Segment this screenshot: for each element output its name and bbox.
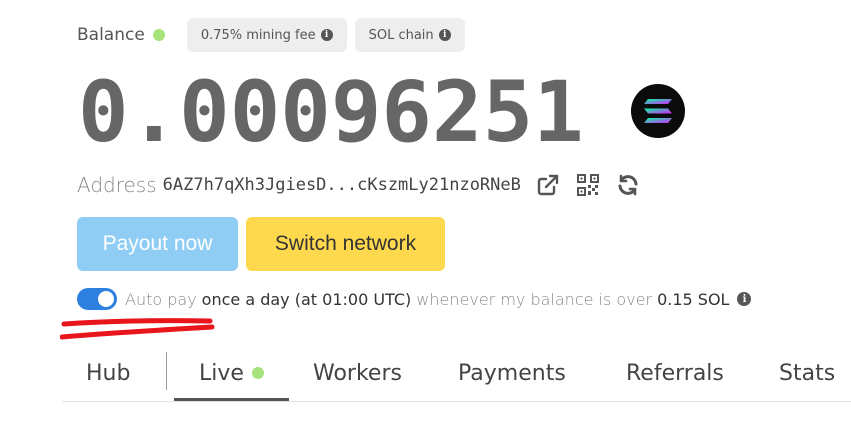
toggle-knob xyxy=(98,291,114,307)
refresh-icon[interactable] xyxy=(615,172,641,198)
chain-label: SOL chain xyxy=(368,27,434,43)
mining-fee-label: 0.75% mining fee xyxy=(200,27,316,43)
solana-logo-icon xyxy=(631,84,685,138)
wallet-address: 6AZ7h7qXh3JgiesD...cKszmLy21nzoRNeB xyxy=(162,175,521,195)
chain-badge[interactable]: SOL chain i xyxy=(354,18,465,52)
tab-hub-label: Hub xyxy=(86,360,131,386)
balance-value: 0.00096251 xyxy=(78,63,584,161)
tab-payments[interactable]: Payments xyxy=(458,344,566,402)
autopay-row: Auto pay once a day (at 01:00 UTC) whene… xyxy=(77,286,752,312)
tab-stats[interactable]: Stats xyxy=(779,344,835,402)
balance-header: Balance 0.75% mining fee i SOL chain i xyxy=(77,18,465,52)
autopay-schedule[interactable]: once a day (at 01:00 UTC) xyxy=(202,290,412,309)
payout-now-button[interactable]: Payout now xyxy=(77,217,238,271)
tab-live[interactable]: Live xyxy=(199,344,264,402)
mining-fee-badge[interactable]: 0.75% mining fee i xyxy=(186,18,347,52)
address-row: Address 6AZ7h7qXh3JgiesD...cKszmLy21nzoR… xyxy=(77,170,641,200)
autopay-toggle[interactable] xyxy=(77,288,117,310)
tab-divider xyxy=(166,352,167,390)
qr-code-icon[interactable] xyxy=(575,172,601,198)
tab-bar: Hub Live Workers Payments Referrals Stat… xyxy=(62,344,851,402)
info-icon[interactable]: i xyxy=(737,292,752,306)
balance-label: Balance xyxy=(77,25,145,45)
tab-stats-label: Stats xyxy=(779,360,836,386)
info-icon[interactable]: i xyxy=(320,29,333,41)
tab-referrals[interactable]: Referrals xyxy=(626,344,724,402)
tab-payments-label: Payments xyxy=(458,360,566,386)
autopay-threshold[interactable]: 0.15 SOL xyxy=(657,290,729,309)
live-status-dot xyxy=(251,367,264,379)
tab-workers[interactable]: Workers xyxy=(313,344,402,402)
autopay-label: Auto pay xyxy=(125,289,197,309)
tab-workers-label: Workers xyxy=(313,360,402,386)
switch-network-button[interactable]: Switch network xyxy=(246,217,445,271)
tab-referrals-label: Referrals xyxy=(626,360,724,386)
balance-status-dot xyxy=(152,29,165,41)
tab-hub[interactable]: Hub xyxy=(86,344,130,402)
active-tab-indicator xyxy=(174,398,289,401)
red-underline-annotation xyxy=(60,318,215,340)
external-link-icon[interactable] xyxy=(535,172,561,198)
autopay-condition: whenever my balance is over xyxy=(416,289,653,309)
info-icon[interactable]: i xyxy=(438,29,451,41)
address-label: Address xyxy=(77,173,157,197)
tab-live-label: Live xyxy=(199,360,244,386)
